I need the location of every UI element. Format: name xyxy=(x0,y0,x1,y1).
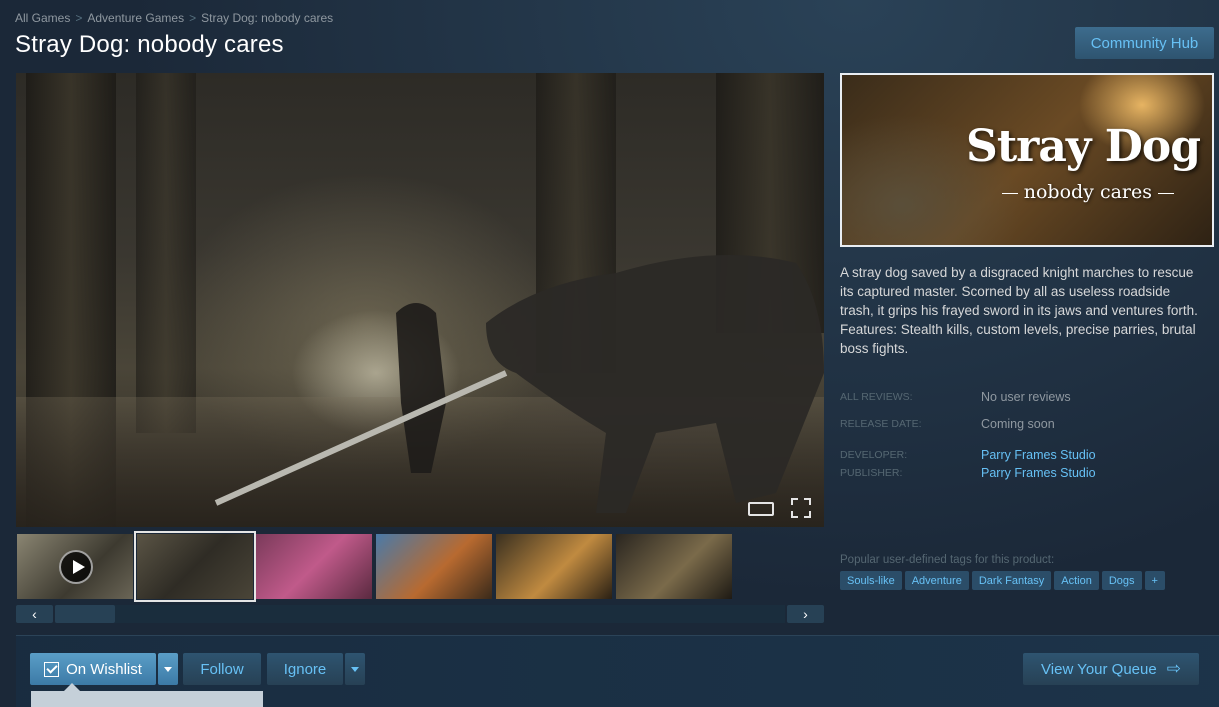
chevron-down-icon xyxy=(351,666,359,672)
ignore-dropdown-button[interactable] xyxy=(345,653,365,685)
thumbnail-screenshot-5[interactable] xyxy=(616,534,732,599)
play-icon xyxy=(59,550,93,584)
thumbnail-video[interactable] xyxy=(17,534,133,599)
checkbox-checked-icon xyxy=(44,661,60,677)
follow-button[interactable]: Follow xyxy=(183,653,261,685)
reviews-label: ALL REVIEWS: xyxy=(840,391,913,403)
chevron-down-icon xyxy=(164,666,172,672)
slider-next-button[interactable]: › xyxy=(787,605,824,623)
tag-list: Souls-like Adventure Dark Fantasy Action… xyxy=(840,571,1165,590)
breadcrumb-adventure-games[interactable]: Adventure Games xyxy=(87,11,184,25)
release-date-label: RELEASE DATE: xyxy=(840,418,922,430)
breadcrumb-current-game[interactable]: Stray Dog: nobody cares xyxy=(201,11,333,25)
tag-dark-fantasy[interactable]: Dark Fantasy xyxy=(971,571,1052,590)
tag-souls-like[interactable]: Souls-like xyxy=(840,571,902,590)
fullscreen-icon[interactable] xyxy=(791,498,811,518)
view-your-queue-button[interactable]: View Your Queue ⇨ xyxy=(1023,653,1199,685)
slider-prev-button[interactable]: ‹ xyxy=(16,605,53,623)
game-description: A stray dog saved by a disgraced knight … xyxy=(840,265,1198,356)
thumbnail-screenshot-4[interactable] xyxy=(496,534,612,599)
on-wishlist-button[interactable]: On Wishlist xyxy=(30,653,156,685)
game-capsule-image: Stray Dog nobody cares xyxy=(840,73,1214,247)
page-title: Stray Dog: nobody cares xyxy=(15,31,284,58)
tag-action[interactable]: Action xyxy=(1054,571,1099,590)
developer-link[interactable]: Parry Frames Studio xyxy=(981,448,1096,462)
wishlist-tooltip xyxy=(31,691,263,707)
release-date-value: Coming soon xyxy=(981,417,1055,431)
thumbnail-screenshot-3[interactable] xyxy=(376,534,492,599)
capsule-subtitle: nobody cares xyxy=(996,181,1180,203)
thumbnail-screenshot-1[interactable] xyxy=(134,531,256,602)
ignore-button[interactable]: Ignore xyxy=(267,653,343,685)
on-wishlist-label: On Wishlist xyxy=(66,660,142,678)
thumbnail-strip xyxy=(16,531,824,602)
breadcrumb: All Games > Adventure Games > Stray Dog: nob… xyxy=(15,11,333,25)
main-screenshot[interactable] xyxy=(16,73,824,527)
tag-more-button[interactable]: + xyxy=(1144,571,1165,590)
thumbnail-screenshot-2[interactable] xyxy=(256,534,372,599)
publisher-label: PUBLISHER: xyxy=(840,467,903,479)
developer-label: DEVELOPER: xyxy=(840,449,908,461)
scene-figures xyxy=(214,255,824,513)
tag-dogs[interactable]: Dogs xyxy=(1101,571,1142,590)
arrow-right-icon: ⇨ xyxy=(1166,659,1181,678)
community-hub-button[interactable]: Community Hub xyxy=(1075,27,1214,59)
wishlist-dropdown-button[interactable] xyxy=(158,653,178,685)
breadcrumb-all-games[interactable]: All Games xyxy=(15,11,70,25)
tag-adventure[interactable]: Adventure xyxy=(904,571,969,590)
breadcrumb-separator: > xyxy=(75,11,83,25)
publisher-link[interactable]: Parry Frames Studio xyxy=(981,466,1096,480)
view-queue-label: View Your Queue xyxy=(1041,660,1157,678)
breadcrumb-separator: > xyxy=(189,11,197,25)
reviews-value: No user reviews xyxy=(981,390,1071,404)
thumbnail-slider: ‹ › xyxy=(16,605,824,623)
slider-track[interactable] xyxy=(55,605,785,623)
widescreen-icon[interactable] xyxy=(748,502,774,516)
capsule-title: Stray Dog xyxy=(966,121,1201,172)
slider-handle[interactable] xyxy=(55,605,115,623)
tags-label: Popular user-defined tags for this produ… xyxy=(840,554,1055,566)
